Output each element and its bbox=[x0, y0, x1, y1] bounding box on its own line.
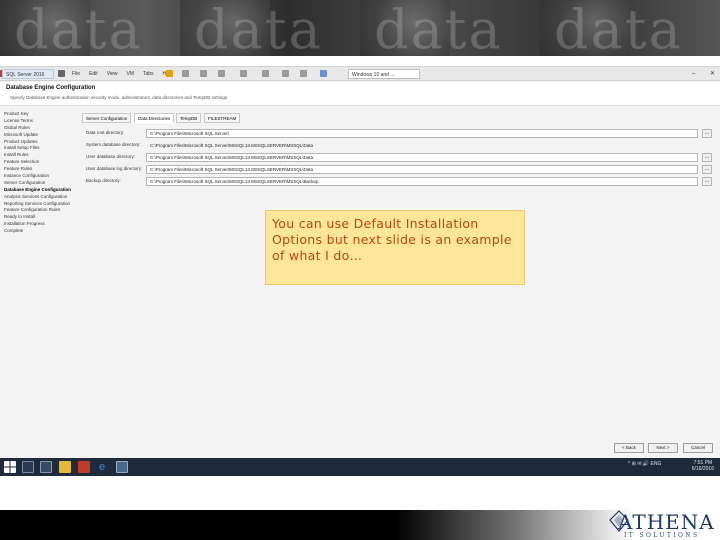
sidebar-step-item[interactable]: Server Configuration bbox=[0, 180, 80, 187]
minimize-icon[interactable]: – bbox=[692, 69, 695, 79]
backup-field[interactable]: C:\Program Files\Microsoft SQL Server\MS… bbox=[146, 177, 698, 186]
sidebar-step-item[interactable]: Installation Progress bbox=[0, 221, 80, 228]
taskbar: e ^ ⊞ ✉ 🔊 ENG 7:51 PM 6/16/2016 bbox=[0, 458, 720, 476]
browse-button[interactable]: ... bbox=[702, 177, 712, 186]
pause-icon[interactable] bbox=[166, 70, 173, 77]
page-title: Database Engine Configuration bbox=[6, 85, 96, 91]
revert-icon[interactable] bbox=[200, 70, 207, 77]
field-label: User database log directory: bbox=[86, 166, 143, 171]
cancel-button[interactable]: Cancel bbox=[683, 443, 713, 453]
snapshot-icon[interactable] bbox=[182, 70, 189, 77]
sidebar-step-item[interactable]: Analysis Services Configuration bbox=[0, 194, 80, 201]
banner-word: data bbox=[194, 0, 323, 56]
tab-tempdb[interactable]: TempDB bbox=[176, 113, 202, 123]
page-subtitle: Specify Database Engine authentication s… bbox=[10, 95, 229, 100]
page-header: Database Engine Configuration Specify Da… bbox=[0, 82, 720, 106]
console-icon[interactable] bbox=[282, 70, 289, 77]
file-explorer-icon[interactable] bbox=[59, 461, 71, 473]
field-label: Data root directory: bbox=[86, 130, 125, 135]
menu-vm[interactable]: VM bbox=[126, 69, 134, 79]
sidebar-step-item[interactable]: Reporting Services Configuration bbox=[0, 201, 80, 208]
home-icon[interactable] bbox=[320, 70, 327, 77]
app-icon[interactable] bbox=[116, 461, 128, 473]
sidebar-step-item[interactable]: Feature Selection bbox=[0, 159, 80, 166]
next-button[interactable]: Next > bbox=[648, 443, 678, 453]
system-db-field: C:\Program Files\Microsoft SQL Server\MS… bbox=[150, 143, 314, 148]
browse-button[interactable]: ... bbox=[702, 165, 712, 174]
system-tray[interactable]: ^ ⊞ ✉ 🔊 ENG bbox=[628, 461, 661, 467]
field-label: User database directory: bbox=[86, 154, 136, 159]
sidebar-step-item[interactable]: Global Rules bbox=[0, 125, 80, 132]
clock-date: 6/16/2016 bbox=[691, 466, 714, 472]
field-label: Backup directory: bbox=[86, 178, 121, 183]
header-banner-image: data data data data bbox=[0, 0, 720, 56]
sidebar-step-item[interactable]: Product Updates bbox=[0, 139, 80, 146]
menu-edit[interactable]: Edit bbox=[89, 69, 98, 79]
fullscreen-icon[interactable] bbox=[240, 70, 247, 77]
sidebar-step-item[interactable]: Complete bbox=[0, 228, 80, 235]
sidebar-step-item[interactable]: Ready to Install bbox=[0, 214, 80, 221]
athena-logo: ATHENA IT SOLUTIONS bbox=[608, 508, 716, 540]
user-log-field[interactable]: C:\Program Files\Microsoft SQL Server\MS… bbox=[146, 165, 698, 174]
wizard-buttons: < Back Next > Cancel bbox=[0, 443, 720, 453]
browse-button[interactable]: ... bbox=[702, 129, 712, 138]
tab-data-directories[interactable]: Data Directories bbox=[134, 113, 175, 123]
tab-vm[interactable]: Windows 10 and ... (VMware) bbox=[348, 69, 420, 88]
edge-icon[interactable]: e bbox=[96, 461, 108, 473]
window-tabbar: SQL Server 2016 Setup File Edit View VM … bbox=[0, 67, 720, 88]
sidebar-step-item[interactable]: Product Key bbox=[0, 111, 80, 118]
data-root-field[interactable]: C:\Program Files\Microsoft SQL Server\ bbox=[146, 129, 698, 138]
sidebar-step-item[interactable]: Install Setup Files bbox=[0, 145, 80, 152]
logo-tagline: IT SOLUTIONS bbox=[624, 532, 700, 539]
field-label: System database directory: bbox=[86, 142, 141, 147]
view-icon[interactable] bbox=[300, 70, 307, 77]
sidebar-step-item[interactable]: Install Rules bbox=[0, 152, 80, 159]
menu-bar: File Edit View VM Tabs Help bbox=[72, 69, 173, 79]
task-view-icon[interactable] bbox=[22, 461, 34, 473]
tab-filestream[interactable]: FILESTREAM bbox=[204, 113, 241, 123]
data-root-row: Data root directory: C:\Program Files\Mi… bbox=[86, 129, 712, 138]
sidebar-step-item[interactable]: Feature Configuration Rules bbox=[0, 207, 80, 214]
user-log-row: User database log directory: C:\Program … bbox=[86, 165, 712, 174]
sql-setup-taskbar-icon[interactable] bbox=[78, 461, 90, 473]
manage-icon[interactable] bbox=[218, 70, 225, 77]
tab-sql-setup[interactable]: SQL Server 2016 Setup bbox=[2, 69, 54, 88]
unity-icon[interactable] bbox=[262, 70, 269, 77]
banner-word: data bbox=[554, 0, 683, 56]
menu-view[interactable]: View bbox=[107, 69, 118, 79]
menu-file[interactable]: File bbox=[72, 69, 80, 79]
clock[interactable]: 7:51 PM 6/16/2016 bbox=[692, 460, 714, 472]
sidebar-step-item[interactable]: Microsoft Update bbox=[0, 132, 80, 139]
back-button[interactable]: < Back bbox=[614, 443, 644, 453]
user-db-row: User database directory: C:\Program File… bbox=[86, 153, 712, 162]
callout-note: You can use Default Installation Options… bbox=[265, 210, 525, 285]
backup-row: Backup directory: C:\Program Files\Micro… bbox=[86, 177, 712, 186]
browse-button[interactable]: ... bbox=[702, 153, 712, 162]
user-db-field[interactable]: C:\Program Files\Microsoft SQL Server\MS… bbox=[146, 153, 698, 162]
system-db-row: System database directory: C:\Program Fi… bbox=[86, 141, 710, 150]
sidebar-step-item[interactable]: Database Engine Configuration bbox=[0, 187, 80, 194]
pin-icon[interactable] bbox=[58, 70, 65, 77]
sidebar-step-item[interactable]: Feature Rules bbox=[0, 166, 80, 173]
menu-tabs[interactable]: Tabs bbox=[143, 69, 154, 79]
sidebar-step-item[interactable]: License Terms bbox=[0, 118, 80, 125]
server-manager-icon[interactable] bbox=[40, 461, 52, 473]
tab-server-configuration[interactable]: Server Configuration bbox=[82, 113, 132, 123]
logo-name: ATHENA bbox=[618, 510, 715, 534]
close-icon[interactable]: ✕ bbox=[710, 69, 715, 79]
banner-word: data bbox=[374, 0, 503, 56]
windows-start-icon[interactable] bbox=[4, 461, 16, 473]
sidebar-step-item[interactable]: Instance Configuration bbox=[0, 173, 80, 180]
setup-steps-nav: Product Key License Terms Global Rules Micr… bbox=[0, 111, 80, 411]
banner-word: data bbox=[14, 0, 143, 56]
